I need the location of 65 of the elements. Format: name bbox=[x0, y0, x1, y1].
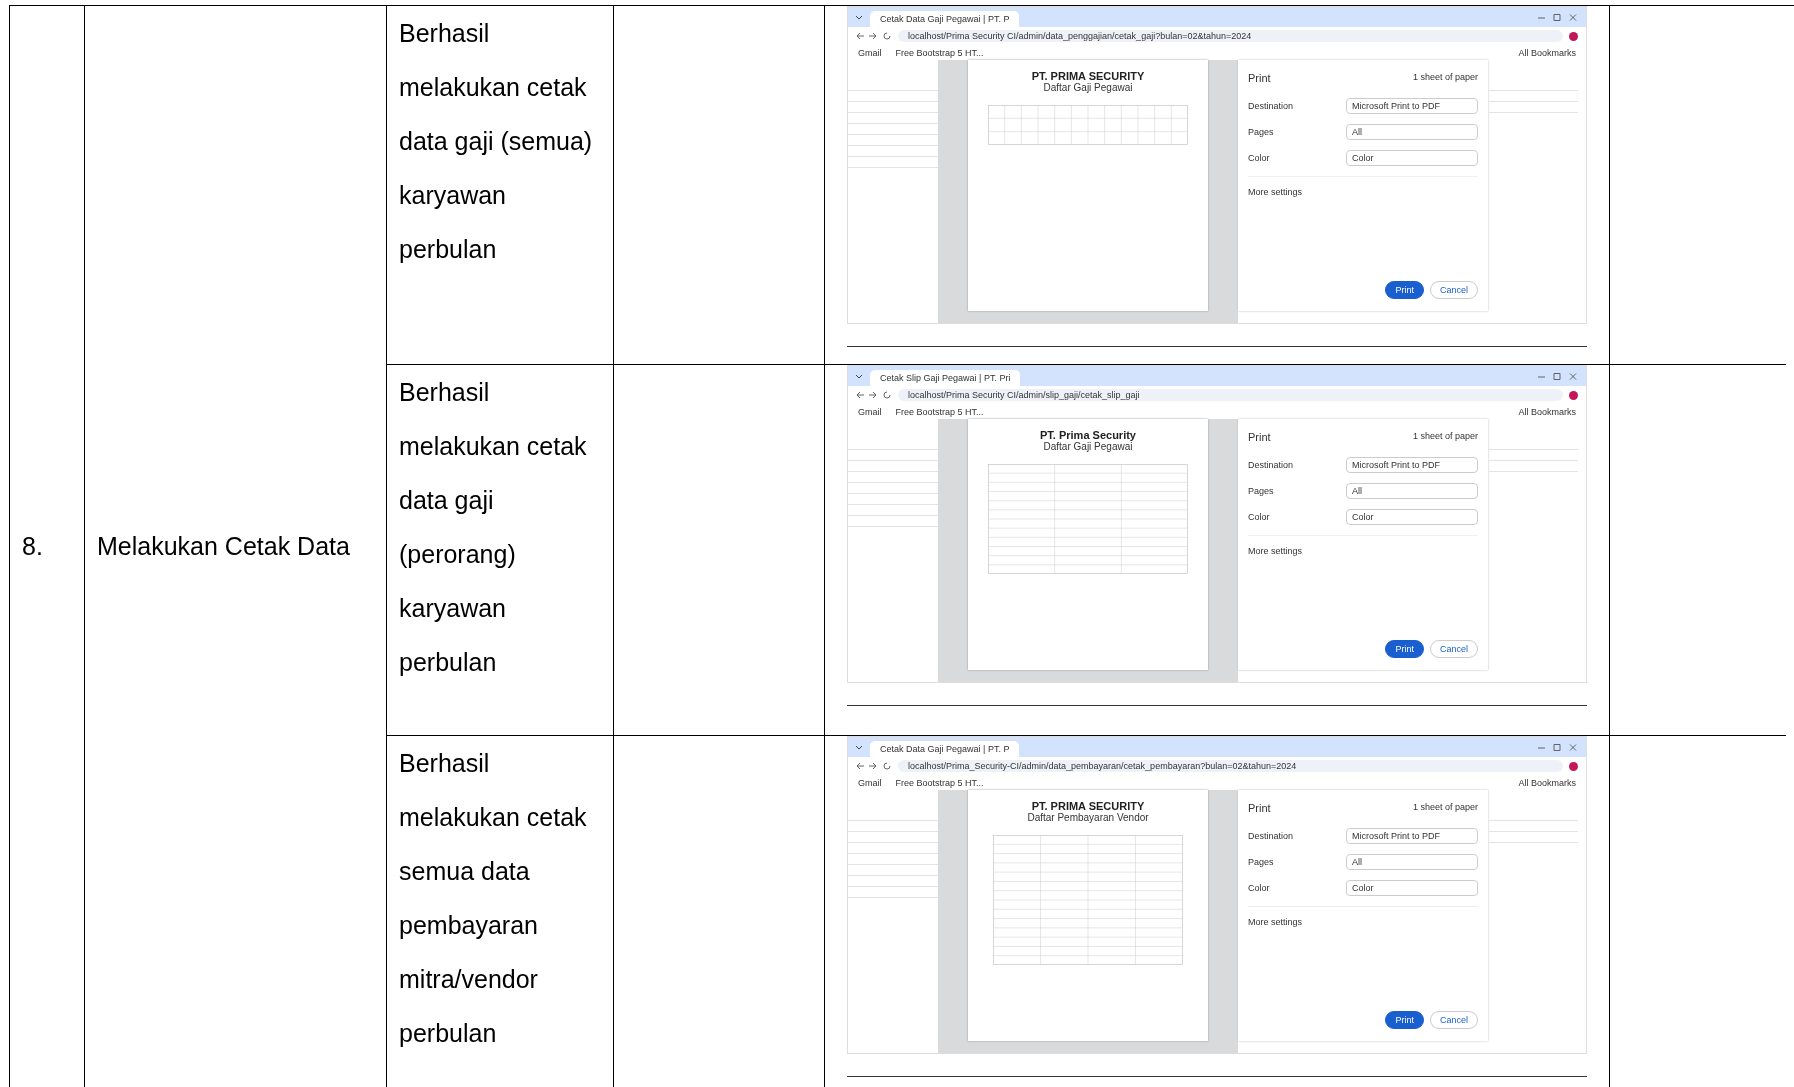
address-bar[interactable]: localhost/Prima_Security-CI/admin/data_pembayaran/cetak_pembayaran?bulan=02&tahun=2024 bbox=[898, 760, 1563, 772]
browser-tab[interactable]: Cetak Slip Gaji Pegawai | PT. Pri bbox=[870, 370, 1021, 386]
print-title: Print bbox=[1248, 72, 1271, 84]
avatar-icon[interactable] bbox=[1569, 761, 1578, 771]
bookmark-link[interactable]: All Bookmarks bbox=[1518, 47, 1576, 58]
browser-tab[interactable]: Cetak Data Gaji Pegawai | PT. P bbox=[870, 741, 1020, 757]
setting-dropdown[interactable]: Microsoft Print to PDF bbox=[1346, 828, 1478, 844]
document-title: PT. Prima Security bbox=[1040, 429, 1136, 441]
setting-label: Color bbox=[1248, 883, 1270, 893]
browser-tab[interactable]: Cetak Data Gaji Pegawai | PT. P bbox=[870, 11, 1020, 27]
print-title: Print bbox=[1248, 802, 1271, 814]
sheet-count: 1 sheet of paper bbox=[1412, 802, 1478, 814]
setting-dropdown[interactable]: All bbox=[1346, 124, 1478, 140]
navigation-icon bbox=[856, 761, 892, 771]
setting-label: Destination bbox=[1248, 101, 1294, 111]
bookmark-link[interactable]: Free Bootstrap 5 HT... bbox=[895, 406, 984, 417]
bookmark-link[interactable]: Free Bootstrap 5 HT... bbox=[895, 47, 984, 58]
bookmark-link[interactable]: Gmail bbox=[858, 47, 882, 58]
sheet-count: 1 sheet of paper bbox=[1412, 431, 1478, 443]
setting-dropdown[interactable]: Microsoft Print to PDF bbox=[1346, 457, 1478, 473]
setting-dropdown[interactable]: Color bbox=[1346, 150, 1478, 166]
setting-label: Pages bbox=[1248, 857, 1274, 867]
document-subtitle: Daftar Gaji Pegawai bbox=[1043, 82, 1133, 93]
setting-dropdown[interactable]: All bbox=[1346, 854, 1478, 870]
print-title: Print bbox=[1248, 431, 1271, 443]
more-settings-toggle[interactable]: More settings bbox=[1248, 187, 1303, 197]
chevron-icon bbox=[854, 14, 864, 22]
setting-dropdown[interactable]: All bbox=[1346, 483, 1478, 499]
more-settings-toggle[interactable]: More settings bbox=[1248, 917, 1303, 927]
setting-dropdown[interactable]: Color bbox=[1346, 509, 1478, 525]
bookmark-link[interactable]: Free Bootstrap 5 HT... bbox=[895, 777, 984, 788]
sheet-count: 1 sheet of paper bbox=[1412, 72, 1478, 84]
setting-label: Destination bbox=[1248, 831, 1294, 841]
chevron-icon bbox=[854, 744, 864, 752]
navigation-icon bbox=[856, 31, 892, 41]
setting-label: Pages bbox=[1248, 486, 1274, 496]
document-subtitle: Daftar Pembayaran Vendor bbox=[1027, 812, 1149, 823]
result-text: Berhasil melakukan cetak data gaji (perorang) karyawan perbulan bbox=[399, 377, 588, 678]
result-text: Berhasil melakukan cetak semua data pembayaran mitra/vendor perbulan bbox=[399, 748, 588, 1049]
row-number: 8. bbox=[22, 532, 43, 561]
address-bar[interactable]: localhost/Prima Security CI/admin/data_penggajian/cetak_gaji?bulan=02&tahun=2024 bbox=[898, 30, 1563, 42]
chevron-icon bbox=[854, 373, 864, 381]
document-title: PT. PRIMA SECURITY bbox=[1031, 800, 1145, 812]
setting-label: Pages bbox=[1248, 127, 1274, 137]
document-subtitle: Daftar Gaji Pegawai bbox=[1043, 441, 1133, 452]
print-button[interactable]: Print bbox=[1385, 640, 1424, 658]
activity-text: Melakukan Cetak Data bbox=[97, 532, 350, 561]
setting-dropdown[interactable]: Microsoft Print to PDF bbox=[1346, 98, 1478, 114]
navigation-icon bbox=[856, 390, 892, 400]
avatar-icon[interactable] bbox=[1569, 31, 1578, 41]
bookmark-link[interactable]: Gmail bbox=[858, 777, 882, 788]
more-settings-toggle[interactable]: More settings bbox=[1248, 546, 1303, 556]
result-text: Berhasil melakukan cetak data gaji (semua) karyawan perbulan bbox=[399, 18, 594, 265]
setting-dropdown[interactable]: Color bbox=[1346, 880, 1478, 896]
setting-label: Color bbox=[1248, 153, 1270, 163]
bookmark-link[interactable]: All Bookmarks bbox=[1518, 777, 1576, 788]
bookmark-link[interactable]: All Bookmarks bbox=[1518, 406, 1576, 417]
setting-label: Destination bbox=[1248, 460, 1294, 470]
address-bar[interactable]: localhost/Prima Security CI/admin/slip_gaji/cetak_slip_gaji bbox=[898, 389, 1563, 401]
setting-label: Color bbox=[1248, 512, 1270, 522]
avatar-icon[interactable] bbox=[1569, 390, 1578, 400]
print-button[interactable]: Print bbox=[1385, 1011, 1424, 1029]
print-button[interactable]: Print bbox=[1385, 281, 1424, 299]
document-title: PT. PRIMA SECURITY bbox=[1031, 70, 1145, 82]
bookmark-link[interactable]: Gmail bbox=[858, 406, 882, 417]
